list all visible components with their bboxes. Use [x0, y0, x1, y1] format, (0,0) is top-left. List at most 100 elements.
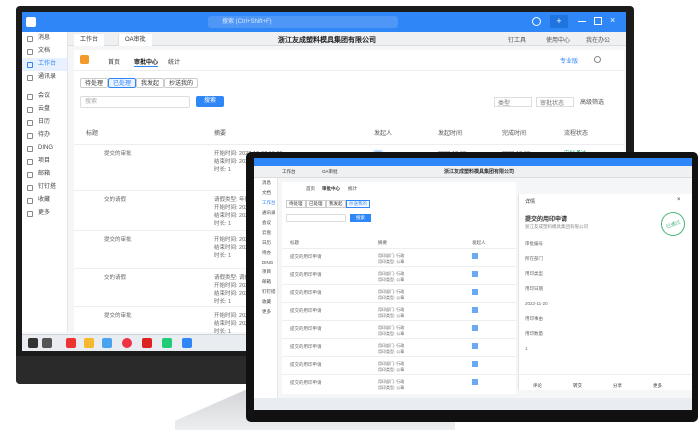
laptop-table-row[interactable]: 提交的用印申请 用印部门: 行政 用印类型: 公章 — [282, 338, 516, 356]
laptop-filter-initiated[interactable]: 我发起 — [326, 200, 346, 208]
sidebar-item-2[interactable]: 工作台 — [22, 58, 67, 71]
app-icon-3[interactable] — [162, 338, 172, 348]
laptop-sidebar-item-2[interactable]: 工作台 — [254, 198, 277, 208]
row-title[interactable]: 提交的审批 — [104, 237, 132, 244]
company-title[interactable]: 浙江友成塑料模具集团有限公司 — [278, 35, 376, 45]
close-icon[interactable]: × — [610, 15, 615, 25]
sidebar-item-13[interactable]: 更多 — [22, 207, 67, 220]
laptop-search-input[interactable] — [286, 214, 346, 222]
filter-processed[interactable]: 已处理 — [108, 78, 137, 88]
sidebar-item-11[interactable]: 钉钉搭 — [22, 181, 67, 194]
laptop-filter-processed[interactable]: 已处理 — [306, 200, 326, 208]
search-button[interactable]: 搜索 — [196, 96, 225, 107]
row-title[interactable]: 提交的审批 — [104, 151, 132, 158]
tab-oa-approval[interactable]: OA审批 — [118, 34, 152, 46]
laptop-subtab-home[interactable]: 首页 — [306, 186, 315, 192]
sidebar-item-0[interactable]: 消息 — [22, 32, 67, 45]
laptop-sidebar-item-7[interactable]: 待办 — [254, 248, 277, 258]
row-title[interactable]: 提交的审批 — [104, 313, 132, 320]
comment-button[interactable]: 评论 — [533, 383, 542, 389]
laptop-row-title[interactable]: 提交的用印申请 — [290, 379, 322, 386]
sidebar-item-5[interactable]: 云盘 — [22, 103, 67, 116]
sidebar-item-6[interactable]: 日历 — [22, 116, 67, 129]
row-title[interactable]: 交的请假 — [104, 197, 126, 204]
status-dropdown[interactable]: 审批状态 — [536, 97, 574, 107]
laptop-sidebar-item-10[interactable]: 邮箱 — [254, 277, 277, 287]
laptop-table-row[interactable]: 提交的用印申请 用印部门: 行政 用印类型: 公章 — [282, 356, 516, 374]
laptop-company-title[interactable]: 浙江友成塑料模具集团有限公司 — [444, 168, 514, 175]
taskview-icon[interactable] — [42, 338, 52, 348]
more-button[interactable]: 更多 — [653, 383, 662, 389]
laptop-sidebar-item-8[interactable]: DING — [254, 258, 277, 267]
minimize-icon[interactable] — [578, 21, 586, 22]
filter-pending[interactable]: 待处理 — [80, 78, 109, 88]
sidebar-item-4[interactable]: 会议 — [22, 90, 67, 103]
laptop-table-row[interactable]: 提交的用印申请 用印部门: 行政 用印类型: 公章 — [282, 266, 516, 284]
sidebar-item-9[interactable]: 项目 — [22, 155, 67, 168]
search-input[interactable]: 搜索 — [80, 96, 190, 108]
laptop-sidebar-item-5[interactable]: 云盘 — [254, 228, 277, 238]
laptop-row-title[interactable]: 提交的用印申请 — [290, 325, 322, 332]
transfer-button[interactable]: 转交 — [573, 383, 582, 389]
laptop-filter-pending[interactable]: 待处理 — [286, 200, 306, 208]
settings-icon[interactable] — [594, 56, 601, 63]
history-icon[interactable] — [532, 17, 541, 26]
sidebar-item-3[interactable]: 通讯录 — [22, 71, 67, 84]
laptop-table-row[interactable]: 提交的用印申请 用印部门: 行政 用印类型: 公章 — [282, 302, 516, 320]
laptop-table-row[interactable]: 提交的用印申请 用印部门: 行政 用印类型: 公章 — [282, 284, 516, 302]
laptop-search-button[interactable]: 搜索 — [350, 214, 371, 222]
laptop-row-title[interactable]: 提交的用印申请 — [290, 253, 322, 260]
laptop-subtab-center[interactable]: 审批中心 — [322, 186, 340, 192]
pro-badge[interactable]: 专业版 — [560, 56, 578, 65]
laptop-tab-oa[interactable]: OA审批 — [322, 169, 338, 175]
type-dropdown[interactable]: 类型 — [494, 97, 532, 107]
add-button[interactable]: + — [550, 15, 568, 28]
sidebar-item-10[interactable]: 邮箱 — [22, 168, 67, 181]
chrome-icon[interactable] — [122, 338, 132, 348]
browser-icon[interactable] — [102, 338, 112, 348]
laptop-sidebar-item-13[interactable]: 更多 — [254, 307, 277, 317]
app-icon-2[interactable] — [142, 338, 152, 348]
tab-workbench[interactable]: 工作台 — [74, 34, 105, 46]
laptop-row-title[interactable]: 提交的用印申请 — [290, 289, 322, 296]
dingtalk-icon[interactable] — [182, 338, 192, 348]
laptop-sidebar-item-4[interactable]: 会议 — [254, 218, 277, 228]
subtab-approval-center[interactable]: 审批中心 — [134, 57, 159, 67]
toolbar-tool-1[interactable]: 钉工具 — [508, 35, 526, 44]
laptop-sidebar-item-0[interactable]: 消息 — [254, 178, 277, 188]
filter-initiated[interactable]: 我发起 — [136, 78, 165, 88]
laptop-filter-cc[interactable]: 抄送我的 — [346, 200, 370, 208]
share-button[interactable]: 分享 — [613, 383, 622, 389]
laptop-sidebar-item-3[interactable]: 通讯录 — [254, 208, 277, 218]
laptop-sidebar-item-6[interactable]: 日历 — [254, 238, 277, 248]
start-icon[interactable] — [28, 338, 38, 348]
laptop-table-row[interactable]: 提交的用印申请 用印部门: 行政 用印类型: 公章 — [282, 248, 516, 266]
laptop-table-row[interactable]: 提交的用印申请 用印部门: 行政 用印类型: 公章 — [282, 320, 516, 338]
filter-cc[interactable]: 抄送我的 — [164, 78, 199, 88]
subtab-stats[interactable]: 统计 — [168, 57, 180, 66]
sidebar-item-1[interactable]: 文档 — [22, 45, 67, 58]
detail-close-icon[interactable]: × — [677, 197, 681, 203]
folder-icon[interactable] — [84, 338, 94, 348]
laptop-subtab-stats[interactable]: 统计 — [348, 186, 357, 192]
laptop-sidebar-item-12[interactable]: 收藏 — [254, 297, 277, 307]
advanced-filter-button[interactable]: 高级筛选 — [580, 97, 604, 106]
laptop-sidebar-item-11[interactable]: 钉钉搭 — [254, 287, 277, 297]
global-search-input[interactable]: 搜索 (Ctrl+Shift+F) — [208, 16, 398, 28]
laptop-table-row[interactable]: 提交的用印申请 用印部门: 行政 用印类型: 公章 — [282, 374, 516, 392]
laptop-row-title[interactable]: 提交的用印申请 — [290, 307, 322, 314]
row-title[interactable]: 交的请假 — [104, 275, 126, 282]
laptop-row-title[interactable]: 提交的用印申请 — [290, 361, 322, 368]
toolbar-tool-3[interactable]: 我在办公 — [586, 35, 610, 44]
laptop-sidebar-item-9[interactable]: 项目 — [254, 267, 277, 277]
sidebar-item-8[interactable]: DING — [22, 142, 67, 155]
laptop-row-title[interactable]: 提交的用印申请 — [290, 343, 322, 350]
toolbar-tool-2[interactable]: 使用中心 — [546, 35, 570, 44]
laptop-sidebar-item-1[interactable]: 文档 — [254, 188, 277, 198]
laptop-tab-workbench[interactable]: 工作台 — [282, 169, 296, 175]
maximize-icon[interactable] — [594, 17, 602, 25]
subtab-home[interactable]: 首页 — [108, 57, 120, 66]
laptop-row-title[interactable]: 提交的用印申请 — [290, 271, 322, 278]
app-icon-1[interactable] — [66, 338, 76, 348]
sidebar-item-7[interactable]: 待办 — [22, 129, 67, 142]
